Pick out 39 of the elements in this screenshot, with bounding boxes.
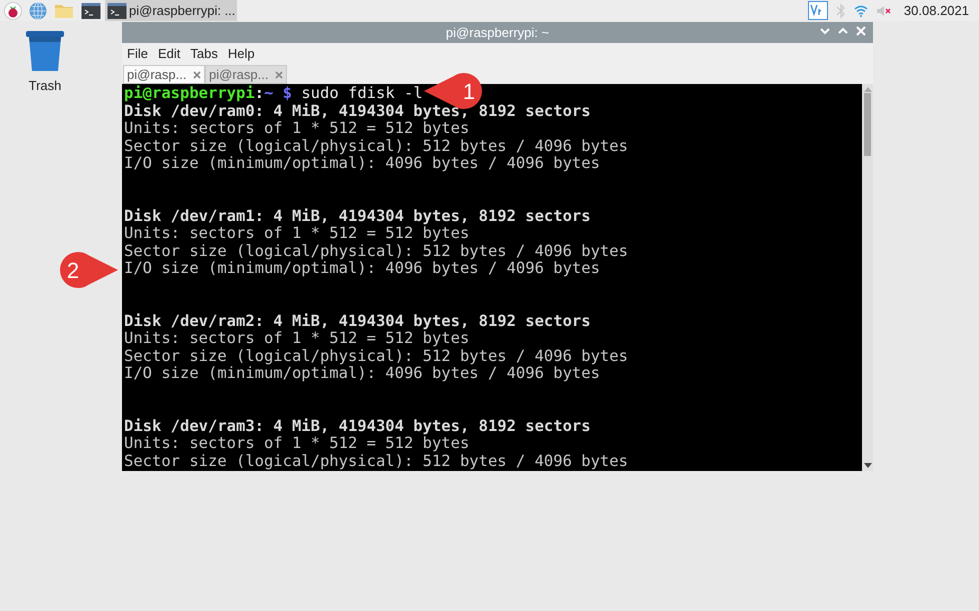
terminal-output-line: Units: sectors of 1 * 512 = 512 bytes (124, 435, 470, 452)
muted-speaker-icon[interactable] (876, 4, 892, 16)
window-title: pi@raspberrypi: ~ (446, 24, 550, 42)
terminal-output-line: Sector size (logical/physical): 512 bytes / 4096 bytes (124, 348, 628, 365)
menu-item[interactable]: Tabs (190, 44, 218, 64)
close-icon[interactable] (854, 24, 868, 38)
terminal-output-line: Sector size (logical/physical): 512 bytes / 4096 bytes (124, 242, 628, 260)
terminal-output-line: Units: sectors of 1 * 512 = 512 bytes (124, 225, 470, 242)
clock-date: 30.08.2021 (904, 2, 969, 20)
terminal-tab[interactable]: pi@rasp... (123, 65, 205, 84)
desktop-icon-label[interactable]: Trash (28, 76, 62, 96)
scroll-up-arrow-icon[interactable] (864, 86, 872, 92)
terminal-prompt-line: pi@raspberrypi:~ $ sudo fdisk -l (124, 85, 423, 102)
terminal-output-line: Units: sectors of 1 * 512 = 512 bytes (124, 330, 470, 348)
terminal-output-line: Sector size (logical/physical): 512 bytes / 4096 bytes (124, 452, 628, 470)
terminal-tab[interactable]: pi@rasp... (205, 65, 287, 84)
raspberry-icon[interactable] (4, 2, 22, 20)
terminal-output-line: I/O size (minimum/optimal): 4096 bytes / 4096 bytes (124, 260, 600, 278)
trash-can-icon[interactable] (24, 30, 66, 72)
scroll-down-arrow-icon[interactable] (864, 463, 872, 469)
terminal-icon[interactable] (81, 2, 101, 20)
close-tab-icon[interactable] (193, 70, 201, 78)
terminal-output-line: I/O size (minimum/optimal): 4096 bytes / 4096 bytes (124, 155, 600, 172)
terminal-output-line: I/O size (minimum/optimal): 4096 bytes / 4096 bytes (124, 365, 600, 382)
close-tab-icon[interactable] (275, 70, 283, 78)
terminal-output-line: Disk /dev/ram1: 4 MiB, 4194304 bytes, 8192 sectors (124, 208, 591, 225)
terminal-output-line: Disk /dev/ram2: 4 MiB, 4194304 bytes, 8192 sectors (124, 312, 591, 330)
menu-item[interactable]: Help (228, 44, 255, 64)
taskbar-task[interactable]: pi@raspberrypi: ... (105, 0, 238, 21)
terminal-output-line: Sector size (logical/physical): 512 bytes / 4096 bytes (124, 138, 628, 155)
vnc-icon[interactable] (808, 1, 828, 20)
globe-icon[interactable] (29, 2, 47, 20)
terminal-output-line: Disk /dev/ram3: 4 MiB, 4194304 bytes, 8192 sectors (124, 418, 591, 435)
menu-item[interactable]: Edit (158, 44, 180, 64)
menu-item[interactable]: File (127, 44, 148, 64)
terminal-output-line: Units: sectors of 1 * 512 = 512 bytes (124, 120, 470, 138)
terminal-icon[interactable] (107, 2, 127, 20)
wifi-icon[interactable] (854, 4, 868, 16)
scrollbar-thumb[interactable] (864, 93, 871, 156)
